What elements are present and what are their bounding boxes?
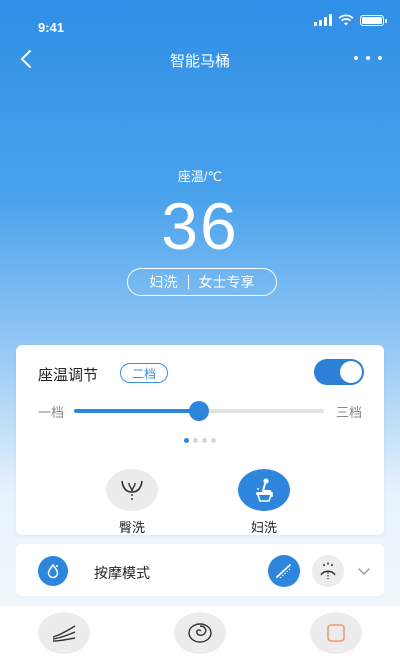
card-title: 座温调节 bbox=[38, 367, 99, 384]
bottom-control-bar bbox=[0, 606, 400, 660]
stop-square-icon bbox=[327, 624, 345, 642]
feminine-wash-icon bbox=[238, 469, 290, 511]
hip-wash-button[interactable]: 臀洗 bbox=[106, 469, 158, 536]
massage-mode-row[interactable]: 按摩模式 bbox=[16, 544, 384, 596]
level-badge: 二档 bbox=[120, 363, 168, 383]
page-dot bbox=[193, 438, 198, 443]
hip-wash-icon bbox=[106, 469, 158, 511]
hip-wash-label: 臀洗 bbox=[118, 520, 145, 535]
seat-temp-toggle[interactable] bbox=[314, 359, 364, 385]
mode-pill-left: 妇洗 bbox=[149, 274, 178, 290]
toggle-knob bbox=[340, 361, 362, 383]
signal-icon bbox=[314, 14, 332, 26]
slider-min-label: 一档 bbox=[38, 405, 65, 420]
massage-mode-label: 按摩模式 bbox=[94, 565, 150, 581]
page-dot bbox=[202, 438, 207, 443]
dry-button[interactable] bbox=[38, 612, 90, 654]
more-dot bbox=[378, 56, 382, 60]
more-button[interactable] bbox=[354, 46, 382, 70]
flush-button[interactable] bbox=[174, 612, 226, 654]
mode-pill[interactable]: 妇洗 女士专享 bbox=[127, 268, 277, 296]
temp-label: 座温/℃ bbox=[177, 169, 223, 184]
page-dot bbox=[184, 438, 189, 443]
page-indicator bbox=[16, 438, 384, 443]
battery-icon bbox=[360, 14, 387, 26]
more-dot bbox=[354, 56, 358, 60]
page-title: 智能马桶 bbox=[169, 53, 230, 70]
slider-max-label: 三档 bbox=[335, 405, 362, 420]
dry-wind-icon bbox=[52, 625, 76, 642]
mode-pill-divider bbox=[187, 275, 189, 289]
shower-spray-icon bbox=[320, 562, 336, 579]
status-bar: 9:41 bbox=[0, 0, 400, 40]
nav-bar: 智能马桶 bbox=[0, 40, 400, 76]
status-icons bbox=[314, 14, 387, 26]
level-slider[interactable] bbox=[74, 401, 324, 421]
temp-value: 36 bbox=[161, 189, 239, 263]
slider-fill bbox=[74, 409, 199, 413]
mode-pill-right: 女士专享 bbox=[198, 274, 255, 290]
status-time: 9:41 bbox=[38, 20, 65, 35]
feminine-wash-button[interactable]: 妇洗 bbox=[238, 469, 290, 536]
stop-button[interactable] bbox=[310, 612, 362, 654]
swirl-flush-icon bbox=[188, 623, 212, 643]
page-dot bbox=[211, 438, 216, 443]
slider-thumb[interactable] bbox=[189, 401, 209, 421]
wifi-icon bbox=[338, 14, 354, 26]
spray-wand-icon bbox=[276, 564, 292, 579]
feminine-wash-label: 妇洗 bbox=[250, 520, 277, 535]
seat-temp-card: 座温调节 二档 一档 三档 臀洗 妇洗 bbox=[16, 345, 384, 535]
shower-spray-button[interactable] bbox=[312, 555, 344, 587]
chevron-down-icon[interactable] bbox=[356, 563, 372, 579]
more-dot bbox=[366, 56, 370, 60]
water-drop-icon bbox=[38, 556, 68, 586]
spray-wand-button[interactable] bbox=[268, 555, 300, 587]
